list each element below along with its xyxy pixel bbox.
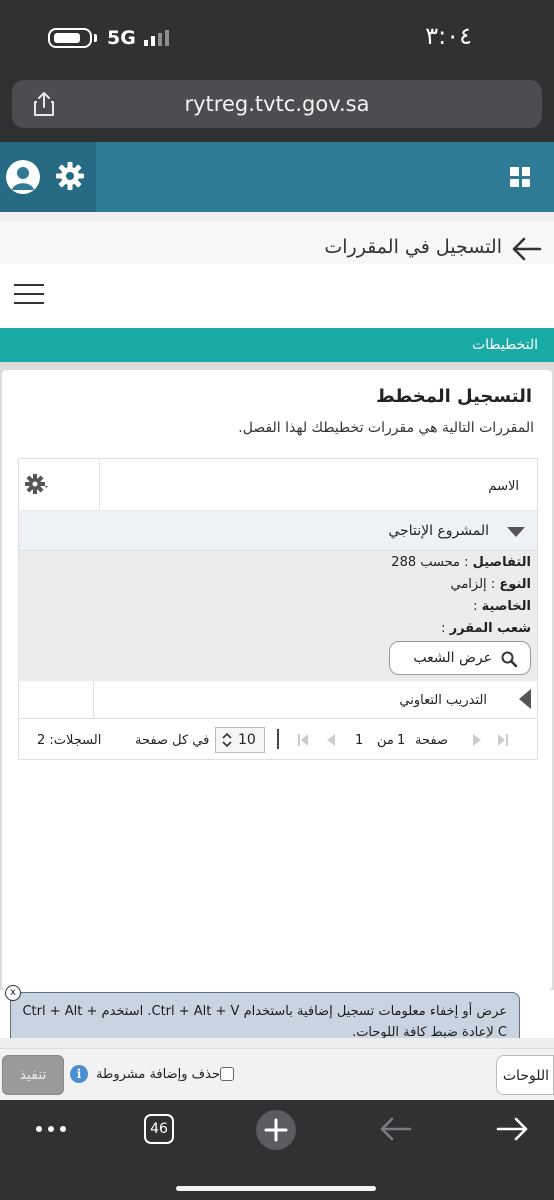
more-options-icon[interactable] (34, 1124, 68, 1134)
pagination-bar: صفحة 1 من 1 10 في كل صفحة السجلات: 2 (19, 719, 537, 759)
per-page-value: 10 (238, 732, 256, 748)
plus-icon (264, 1118, 288, 1142)
expand-triangle-icon[interactable] (519, 689, 531, 709)
back-arrow-icon[interactable] (510, 236, 542, 262)
plans-tab-bar: التخطيطات (0, 328, 554, 362)
address-bar[interactable]: rytreg.tvtc.gov.sa (12, 80, 542, 128)
settings-gear-icon[interactable] (54, 160, 86, 192)
column-divider (99, 459, 100, 511)
per-page-label: في كل صفحة (135, 733, 210, 748)
table-header: الاسم (19, 459, 537, 511)
course-details: التفاصيل : محسب 288 النوع : إلزامي الخاص… (19, 551, 537, 681)
battery-nub (94, 34, 97, 42)
browser-url-area: rytreg.tvtc.gov.sa (0, 70, 554, 142)
select-arrows-icon (222, 733, 232, 747)
nav-strip (0, 212, 554, 222)
status-indicators: 5G (48, 27, 169, 49)
panels-label: اللوحات (502, 1068, 549, 1084)
page-title: التسجيل في المقررات (324, 236, 502, 258)
new-tab-button[interactable] (256, 1110, 296, 1150)
last-page-icon[interactable] (497, 734, 509, 746)
back-arrow-icon[interactable] (378, 1116, 412, 1142)
previous-page-icon[interactable] (325, 734, 337, 746)
panel-strip (0, 1038, 554, 1048)
clock: ٣:٠٤ (425, 22, 472, 50)
table-row-productive-project[interactable]: المشروع الإنتاجي (19, 511, 537, 551)
url-text: rytreg.tvtc.gov.sa (184, 92, 370, 116)
browser-toolbar: 46 (0, 1100, 554, 1200)
detail-sections: شعب المقرر : (441, 621, 531, 636)
network-type: 5G (107, 27, 136, 49)
course-title: المشروع الإنتاجي (388, 523, 489, 539)
info-icon[interactable]: i (70, 1065, 88, 1083)
battery-icon (48, 28, 92, 48)
apps-grid-icon[interactable] (510, 167, 530, 187)
planned-registration-card: التسجيل المخطط المقررات التالية هي مقررا… (2, 370, 552, 990)
user-avatar-icon[interactable] (6, 160, 40, 194)
page-title-bar: التسجيل في المقررات (0, 222, 554, 264)
card-subtitle: المقررات التالية هي مقررات تخطيطك لهذا ا… (238, 420, 534, 436)
card-title: التسجيل المخطط (375, 386, 532, 407)
home-indicator (176, 1186, 376, 1191)
of-label: من (377, 733, 394, 748)
signal-icon (143, 30, 169, 46)
detail-type: النوع : إلزامي (450, 577, 532, 592)
app-header (0, 142, 554, 212)
view-sections-label: عرض الشعب (413, 650, 492, 666)
tooltip-close-icon[interactable]: x (5, 985, 21, 1001)
column-divider (93, 681, 94, 719)
table-row-coop-training[interactable]: التدريب التعاوني (19, 681, 537, 719)
first-page-icon[interactable] (297, 734, 309, 746)
action-toolbar: اللوحات حذف وإضافة مشروطة i تنفيذ (0, 1048, 554, 1100)
panels-button[interactable]: اللوحات (496, 1055, 554, 1095)
next-page-icon[interactable] (471, 734, 483, 746)
per-page-select[interactable]: 10 (215, 727, 265, 753)
column-header-name[interactable]: الاسم (488, 479, 519, 494)
tabs-count-button[interactable]: 46 (144, 1114, 174, 1144)
detail-attribute: الخاصية : (473, 599, 531, 614)
menu-hamburger-icon[interactable] (14, 284, 44, 304)
conditional-add-label: حذف وإضافة مشروطة (96, 1067, 221, 1082)
records-count: السجلات: 2 (37, 733, 102, 748)
collapse-triangle-icon[interactable] (507, 527, 525, 537)
detail-info: التفاصيل : محسب 288 (391, 555, 531, 570)
current-page[interactable]: 1 (397, 733, 405, 748)
header-user-area (0, 142, 96, 212)
tooltip-text: عرض أو إخفاء معلومات تسجيل إضافية باستخد… (22, 1004, 507, 1040)
view-sections-button[interactable]: عرض الشعب (389, 641, 531, 675)
conditional-add-checkbox[interactable] (220, 1067, 234, 1081)
status-bar: 5G ٣:٠٤ (0, 0, 554, 70)
course-title: التدريب التعاوني (399, 693, 487, 708)
total-pages: 1 (355, 733, 364, 748)
search-icon (501, 651, 518, 668)
page-label: صفحة (415, 733, 448, 748)
execute-button[interactable]: تنفيذ (2, 1055, 64, 1095)
tab-plans[interactable]: التخطيطات (472, 337, 538, 353)
plan-table: الاسم المشروع الإنتاجي التفاصيل: محسب 2… (18, 458, 538, 760)
table-settings-gear-icon[interactable] (25, 473, 51, 497)
forward-arrow-icon[interactable] (496, 1116, 530, 1142)
execute-label: تنفيذ (19, 1067, 47, 1083)
pager-separator (277, 729, 279, 749)
